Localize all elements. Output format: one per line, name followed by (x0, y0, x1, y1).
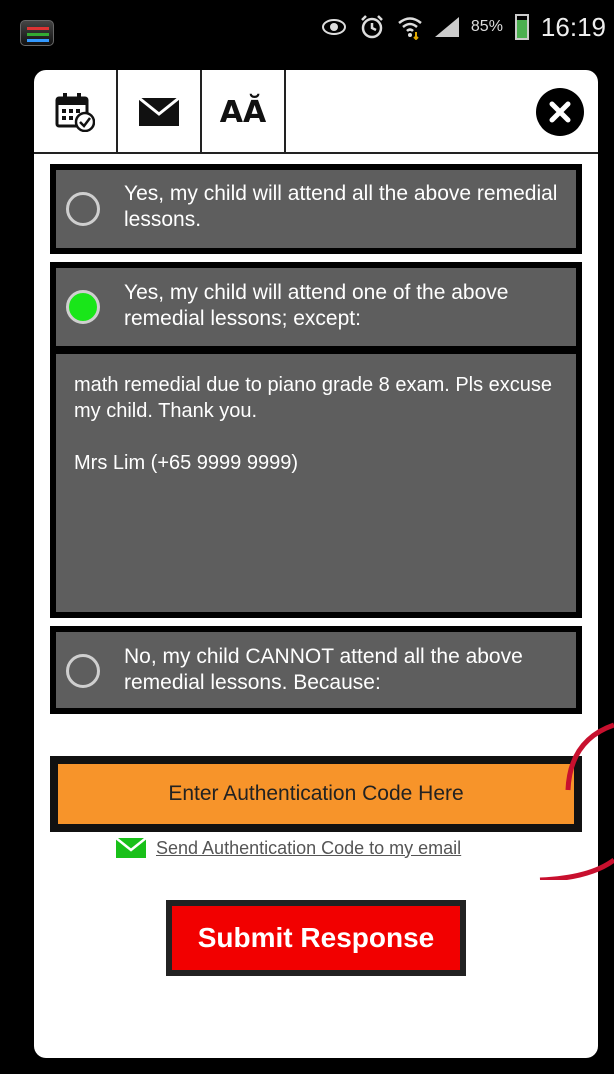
eye-icon (321, 19, 346, 35)
auth-code-field: Enter Authentication Code Here (50, 756, 582, 832)
submit-frame: Submit Response (166, 900, 466, 976)
auth-code-input[interactable]: Enter Authentication Code Here (58, 764, 574, 824)
close-icon (549, 101, 571, 123)
calendar-check-icon (55, 93, 95, 132)
mail-icon (116, 838, 146, 858)
font-size-label: AĂ (219, 94, 267, 130)
dialog-toolbar: AĂ (34, 70, 598, 154)
radio-button[interactable] (66, 192, 100, 226)
reason-textarea[interactable]: math remedial due to piano grade 8 exam.… (56, 354, 576, 612)
option-label: No, my child CANNOT attend all the above… (124, 645, 523, 694)
calendar-button[interactable] (34, 70, 118, 154)
radio-button[interactable] (66, 654, 100, 688)
divider (56, 346, 576, 354)
font-size-button[interactable]: AĂ (202, 70, 286, 154)
option-attend-except[interactable]: Yes, my child will attend one of the abo… (50, 262, 582, 618)
battery-percent: 85% (470, 18, 503, 35)
option-cannot-attend[interactable]: No, my child CANNOT attend all the above… (50, 626, 582, 714)
mail-button[interactable] (118, 70, 202, 154)
signal-icon (434, 17, 459, 37)
wifi-icon (398, 17, 422, 40)
red-annotation-circle (539, 722, 614, 880)
status-icons: 85% 16:19 (321, 12, 606, 42)
clock: 16:19 (540, 11, 606, 42)
radio-button-selected[interactable] (66, 290, 100, 324)
option-label: Yes, my child will attend one of the abo… (124, 281, 509, 330)
envelope-icon (139, 98, 179, 126)
app-launcher-icon (20, 20, 54, 46)
submit-button[interactable]: Submit Response (172, 906, 460, 970)
send-code-text[interactable]: Send Authentication Code to my email (156, 838, 461, 859)
send-code-link[interactable]: Send Authentication Code to my email (116, 828, 461, 868)
status-bar: 85% 16:19 (0, 0, 614, 48)
option-header[interactable]: Yes, my child will attend one of the abo… (56, 268, 576, 346)
battery-icon (514, 14, 529, 40)
option-label: Yes, my child will attend all the above … (124, 182, 558, 231)
option-attend-all[interactable]: Yes, my child will attend all the above … (50, 164, 582, 254)
close-button[interactable] (536, 88, 584, 136)
response-dialog: AĂ Yes, my child will attend all the abo… (34, 70, 598, 1058)
alarm-icon (361, 15, 383, 39)
